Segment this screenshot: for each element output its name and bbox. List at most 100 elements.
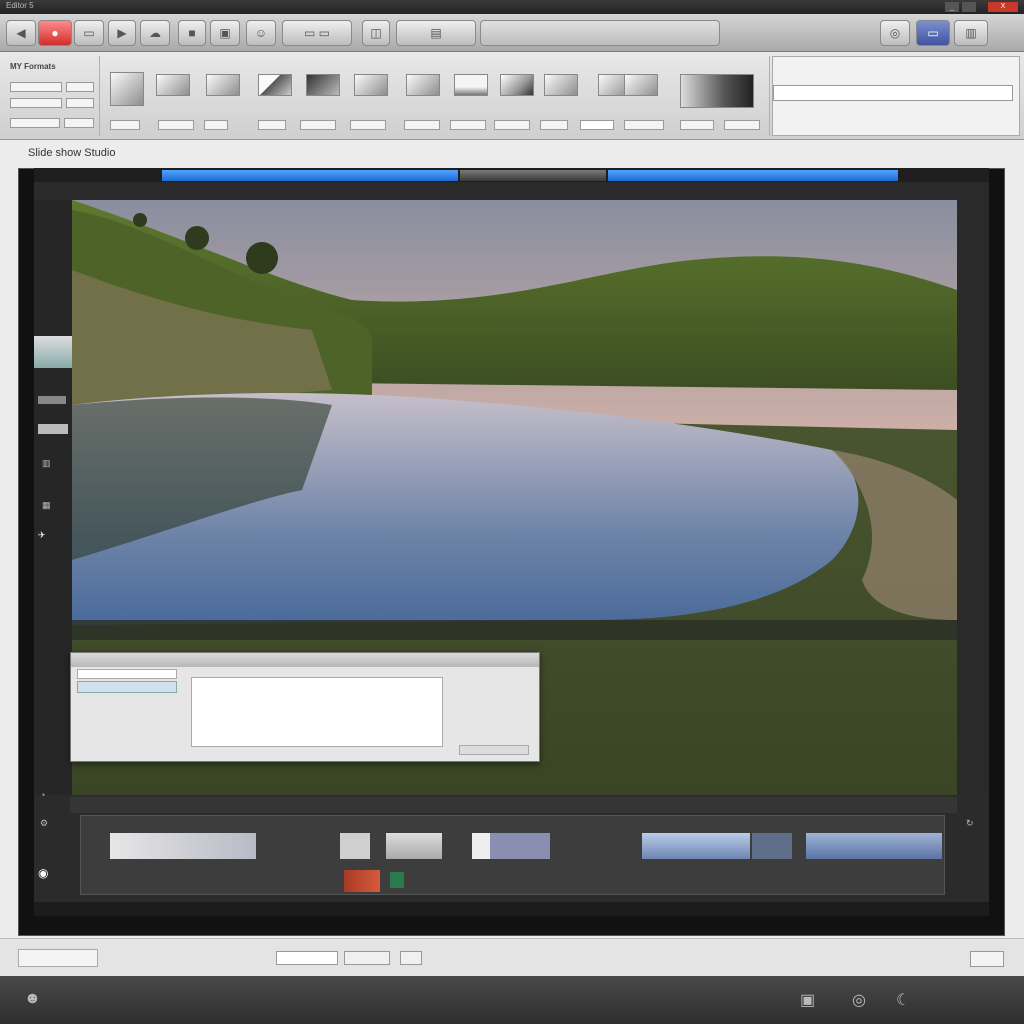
tool-10-icon[interactable] (544, 74, 578, 96)
tool-opt-9[interactable] (494, 120, 530, 130)
tool-1-icon[interactable] (110, 72, 144, 106)
clip-6[interactable] (642, 833, 750, 859)
options-dialog (70, 652, 540, 762)
dialog-list (191, 677, 443, 747)
user-icon[interactable]: ☻ (24, 990, 41, 1008)
clip-4[interactable] (472, 833, 490, 859)
square-icon[interactable]: ■ (178, 20, 206, 46)
clip-2[interactable] (340, 833, 370, 859)
minimize-button[interactable]: _ (945, 2, 959, 12)
clip-5[interactable] (490, 833, 550, 859)
tool-opt-1[interactable] (110, 120, 140, 130)
shoreline-shadow (72, 620, 957, 640)
dialog-left-item-1[interactable] (77, 669, 177, 679)
clip-8[interactable] (806, 833, 942, 859)
timeline-settings-icon[interactable]: ⚙ (40, 818, 48, 829)
status-field-2[interactable] (344, 951, 390, 965)
globe-bottom-icon[interactable]: ◎ (852, 990, 866, 1010)
globe-icon[interactable]: ◎ (880, 20, 910, 46)
title-bar: Editor 5 _ X (0, 0, 1024, 14)
audio-clip-red[interactable] (344, 870, 380, 892)
tool-opt-12[interactable] (624, 120, 664, 130)
crop-icon[interactable]: ▣ (210, 20, 240, 46)
tool-7-icon[interactable] (406, 74, 440, 96)
side-icon-2[interactable]: ▦ (42, 500, 51, 511)
tree-3 (133, 213, 147, 227)
tool-5-icon[interactable] (306, 74, 340, 96)
photo-icon[interactable]: ▣ (800, 990, 815, 1010)
close-button[interactable]: X (988, 2, 1018, 12)
dialog-list-row-2[interactable] (192, 694, 442, 710)
maximize-button[interactable] (962, 2, 976, 12)
progress-bar-left[interactable] (162, 170, 458, 181)
timeline-zoom-icon[interactable]: ↻ (966, 818, 974, 829)
progress-bar-right[interactable] (608, 170, 898, 181)
tool-13-icon[interactable] (680, 74, 754, 108)
formats-row-1[interactable] (10, 82, 62, 92)
tool-opt-8[interactable] (450, 120, 486, 130)
tool-6-icon[interactable] (354, 74, 388, 96)
plane-icon[interactable]: ✈ (38, 530, 46, 541)
tool-4-icon[interactable] (258, 74, 292, 96)
box-button[interactable]: ▤ (396, 20, 476, 46)
dialog-list-row-3[interactable] (192, 710, 442, 726)
dialog-right-button[interactable] (459, 745, 529, 755)
nav-back-icon[interactable]: ◀ (6, 20, 36, 46)
properties-field[interactable] (773, 85, 1013, 101)
tool-opt-4[interactable] (258, 120, 286, 130)
play-icon[interactable]: ▶ (108, 20, 136, 46)
status-left-field[interactable] (18, 949, 98, 967)
progress-center-handle[interactable] (460, 170, 606, 181)
tool-9-icon[interactable] (500, 74, 534, 96)
dialog-left-item-2[interactable] (77, 681, 177, 693)
clip-1[interactable] (110, 833, 256, 859)
tool-opt-7[interactable] (404, 120, 440, 130)
timeline-ruler (34, 902, 989, 916)
tool-opt-3[interactable] (204, 120, 228, 130)
timeline-eye-icon[interactable]: ◉ (38, 866, 48, 880)
tool-opt-13[interactable] (680, 120, 714, 130)
clip-7[interactable] (752, 833, 792, 859)
window-center-title (500, 1, 610, 12)
cloud-icon[interactable]: ☁ (140, 20, 170, 46)
tool-12-icon[interactable] (624, 74, 658, 96)
side-icon-1[interactable]: ▥ (42, 458, 51, 469)
tool-opt-5[interactable] (300, 120, 336, 130)
status-right-field[interactable] (970, 951, 1004, 967)
status-field-1[interactable] (276, 951, 338, 965)
status-field-3[interactable] (400, 951, 422, 965)
dialog-list-row-1[interactable] (192, 678, 442, 694)
timeline-clock-icon[interactable]: ◔ (40, 790, 45, 800)
tool-opt-14[interactable] (724, 120, 760, 130)
formats-row-3[interactable] (10, 118, 60, 128)
tool-opt-11[interactable] (580, 120, 614, 130)
dialog-title (71, 653, 539, 667)
capture-icon[interactable]: ▭ (916, 20, 950, 46)
audio-clip-green[interactable] (390, 872, 404, 888)
export-button[interactable]: ▭ ▭ (282, 20, 352, 46)
smile-icon[interactable]: ☺ (246, 20, 276, 46)
level-field[interactable] (38, 424, 68, 434)
window-icon[interactable]: ◫ (362, 20, 390, 46)
record-icon[interactable]: ● (38, 20, 72, 46)
formats-row-1b[interactable] (66, 82, 94, 92)
left-tool-strip: ▥ ▦ ✈ (34, 200, 72, 795)
tool-opt-10[interactable] (540, 120, 568, 130)
film-icon[interactable]: ▭ (74, 20, 104, 46)
slider-handle[interactable] (38, 396, 66, 404)
clip-3[interactable] (386, 833, 442, 859)
window-title: Editor 5 (6, 1, 34, 10)
tool-3-icon[interactable] (206, 74, 240, 96)
tree-1 (185, 226, 209, 250)
formats-row-2b[interactable] (66, 98, 94, 108)
formats-row-3b[interactable] (64, 118, 94, 128)
tool-opt-6[interactable] (350, 120, 386, 130)
formats-row-2[interactable] (10, 98, 62, 108)
tool-opt-2[interactable] (158, 120, 194, 130)
tool-2-icon[interactable] (156, 74, 190, 96)
moon-icon[interactable]: ☾ (896, 990, 910, 1010)
tool-8-icon[interactable] (454, 74, 488, 96)
formats-group: MY Formats (4, 56, 100, 136)
settings-icon[interactable]: ▥ (954, 20, 988, 46)
swatch-thumbnail[interactable] (34, 336, 72, 368)
